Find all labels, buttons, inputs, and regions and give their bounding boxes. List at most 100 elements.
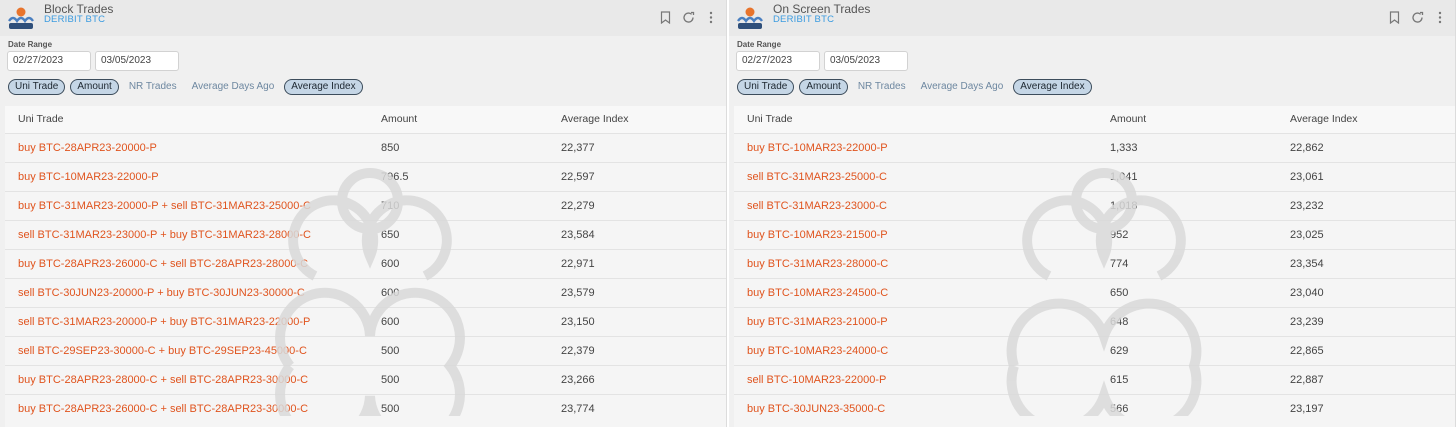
trade-cell[interactable]: sell BTC-31MAR23-23000-P + buy BTC-31MAR… — [5, 220, 368, 249]
trade-cell[interactable]: sell BTC-30JUN23-20000-P + buy BTC-30JUN… — [5, 278, 368, 307]
avg-index-cell: 23,584 — [561, 228, 595, 241]
trade-cell[interactable]: sell BTC-31MAR23-25000-C — [734, 162, 1097, 191]
trade-cell[interactable]: buy BTC-28APR23-26000-C + sell BTC-28APR… — [5, 249, 368, 278]
table-row[interactable]: sell BTC-31MAR23-23000-C 1,018 23,232 — [734, 191, 1455, 220]
filter-average-index[interactable]: Average Index — [284, 79, 363, 95]
amount-cell: 710 — [381, 199, 400, 212]
table-row[interactable]: buy BTC-31MAR23-28000-C 774 23,354 — [734, 249, 1455, 278]
amount-cell: 650 — [381, 228, 400, 241]
table-row[interactable]: buy BTC-31MAR23-20000-P + sell BTC-31MAR… — [5, 191, 726, 220]
amount-cell: 500 — [381, 344, 400, 357]
trade-cell[interactable]: buy BTC-10MAR23-24000-C — [734, 336, 1097, 365]
filter-average-index[interactable]: Average Index — [1013, 79, 1092, 95]
col-header-amount[interactable]: Amount — [1097, 106, 1277, 133]
avg-index-cell: 22,887 — [1290, 373, 1324, 386]
amount-cell: 615 — [1110, 373, 1129, 386]
refresh-icon[interactable] — [1410, 10, 1424, 24]
filter-average-days-ago[interactable]: Average Days Ago — [916, 79, 1009, 95]
date-start-input[interactable]: 02/27/2023 — [7, 51, 91, 71]
table-row[interactable]: buy BTC-28APR23-28000-C + sell BTC-28APR… — [5, 365, 726, 394]
avg-index-cell: 22,865 — [1290, 344, 1324, 357]
table-row[interactable]: sell BTC-29SEP23-30000-C + buy BTC-29SEP… — [5, 336, 726, 365]
table-row[interactable]: buy BTC-28APR23-20000-P 850 22,377 — [5, 133, 726, 162]
date-end-input[interactable]: 03/05/2023 — [95, 51, 179, 71]
trade-cell[interactable]: buy BTC-31MAR23-28000-C — [734, 249, 1097, 278]
col-header-uni-trade[interactable]: Uni Trade — [734, 106, 1097, 133]
trade-cell[interactable]: buy BTC-10MAR23-21500-P — [734, 220, 1097, 249]
avg-index-cell: 23,774 — [561, 402, 595, 415]
avg-index-cell: 22,377 — [561, 141, 595, 154]
date-start-input[interactable]: 02/27/2023 — [736, 51, 820, 71]
amount-cell: 796.5 — [381, 170, 409, 183]
trade-cell[interactable]: buy BTC-30JUN23-35000-C — [734, 394, 1097, 423]
col-header-average-index[interactable]: Average Index — [1277, 106, 1455, 133]
trade-cell[interactable]: sell BTC-29SEP23-30000-C + buy BTC-29SEP… — [5, 336, 368, 365]
trade-cell[interactable]: buy BTC-28APR23-20000-P — [5, 133, 368, 162]
col-header-uni-trade[interactable]: Uni Trade — [5, 106, 368, 133]
trades-table-wrapper: Uni Trade Amount Average Index buy BTC-1… — [734, 106, 1455, 427]
amount-cell: 850 — [381, 141, 400, 154]
filter-nr-trades[interactable]: NR Trades — [853, 79, 911, 95]
panel-header: Block Trades DERIBIT BTC — [0, 0, 726, 36]
trade-cell[interactable]: buy BTC-31MAR23-20000-P + sell BTC-31MAR… — [5, 191, 368, 220]
table-row[interactable]: buy BTC-10MAR23-22000-P 1,333 22,862 — [734, 133, 1455, 162]
table-row[interactable]: sell BTC-31MAR23-23000-P + buy BTC-31MAR… — [5, 220, 726, 249]
trades-table-wrapper: Uni Trade Amount Average Index buy BTC-2… — [5, 106, 726, 427]
avg-index-cell: 23,150 — [561, 315, 595, 328]
trade-cell[interactable]: buy BTC-10MAR23-22000-P — [734, 133, 1097, 162]
table-row[interactable]: sell BTC-10MAR23-22000-P 615 22,887 — [734, 365, 1455, 394]
table-row[interactable]: sell BTC-31MAR23-25000-C 1,041 23,061 — [734, 162, 1455, 191]
trade-cell[interactable]: buy BTC-31MAR23-21000-P — [734, 307, 1097, 336]
refresh-icon[interactable] — [681, 10, 695, 24]
trade-cell[interactable]: buy BTC-10MAR23-22000-P — [5, 162, 368, 191]
table-row[interactable]: sell BTC-30JUN23-20000-P + buy BTC-30JUN… — [5, 278, 726, 307]
more-vertical-icon[interactable] — [1433, 10, 1447, 24]
table-row[interactable]: buy BTC-10MAR23-24000-C 629 22,865 — [734, 336, 1455, 365]
amount-cell: 1,333 — [1110, 141, 1138, 154]
trades-table: Uni Trade Amount Average Index buy BTC-2… — [5, 106, 726, 423]
avg-index-cell: 23,061 — [1290, 170, 1324, 183]
filter-average-days-ago[interactable]: Average Days Ago — [187, 79, 280, 95]
avg-index-cell: 22,279 — [561, 199, 595, 212]
bookmark-icon[interactable] — [658, 10, 672, 24]
amount-cell: 952 — [1110, 228, 1129, 241]
amount-cell: 1,041 — [1110, 170, 1138, 183]
filter-amount[interactable]: Amount — [70, 79, 119, 95]
trade-cell[interactable]: buy BTC-28APR23-28000-C + sell BTC-28APR… — [5, 365, 368, 394]
table-row[interactable]: buy BTC-28APR23-26000-C + sell BTC-28APR… — [5, 249, 726, 278]
date-end-input[interactable]: 03/05/2023 — [824, 51, 908, 71]
table-row[interactable]: buy BTC-10MAR23-21500-P 952 23,025 — [734, 220, 1455, 249]
column-filters: Uni Trade Amount NR Trades Average Days … — [8, 79, 363, 95]
date-range-label: Date Range — [8, 40, 53, 49]
table-header-row: Uni Trade Amount Average Index — [734, 106, 1455, 133]
bookmark-icon[interactable] — [1387, 10, 1401, 24]
trade-cell[interactable]: sell BTC-10MAR23-22000-P — [734, 365, 1097, 394]
table-row[interactable]: buy BTC-10MAR23-22000-P 796.5 22,597 — [5, 162, 726, 191]
avg-index-cell: 23,579 — [561, 286, 595, 299]
avg-index-cell: 23,040 — [1290, 286, 1324, 299]
table-row[interactable]: sell BTC-31MAR23-20000-P + buy BTC-31MAR… — [5, 307, 726, 336]
filter-amount[interactable]: Amount — [799, 79, 848, 95]
date-range-label: Date Range — [737, 40, 782, 49]
amount-cell: 600 — [381, 257, 400, 270]
filter-uni-trade[interactable]: Uni Trade — [8, 79, 66, 95]
col-header-amount[interactable]: Amount — [368, 106, 548, 133]
amount-cell: 500 — [381, 373, 400, 386]
table-row[interactable]: buy BTC-31MAR23-21000-P 648 23,239 — [734, 307, 1455, 336]
trades-table: Uni Trade Amount Average Index buy BTC-1… — [734, 106, 1455, 423]
trade-cell[interactable]: buy BTC-28APR23-26000-C + sell BTC-28APR… — [5, 394, 368, 423]
table-row[interactable]: buy BTC-30JUN23-35000-C 566 23,197 — [734, 394, 1455, 423]
amount-cell: 650 — [1110, 286, 1129, 299]
trade-cell[interactable]: sell BTC-31MAR23-20000-P + buy BTC-31MAR… — [5, 307, 368, 336]
filter-uni-trade[interactable]: Uni Trade — [737, 79, 795, 95]
table-row[interactable]: buy BTC-10MAR23-24500-C 650 23,040 — [734, 278, 1455, 307]
filter-nr-trades[interactable]: NR Trades — [124, 79, 182, 95]
table-row[interactable]: buy BTC-28APR23-26000-C + sell BTC-28APR… — [5, 394, 726, 423]
col-header-average-index[interactable]: Average Index — [548, 106, 726, 133]
trade-cell[interactable]: buy BTC-10MAR23-24500-C — [734, 278, 1097, 307]
trade-cell[interactable]: sell BTC-31MAR23-23000-C — [734, 191, 1097, 220]
app-logo-icon — [8, 7, 34, 29]
panel-subtitle: DERIBIT BTC — [44, 14, 106, 25]
more-vertical-icon[interactable] — [704, 10, 718, 24]
amount-cell: 774 — [1110, 257, 1129, 270]
